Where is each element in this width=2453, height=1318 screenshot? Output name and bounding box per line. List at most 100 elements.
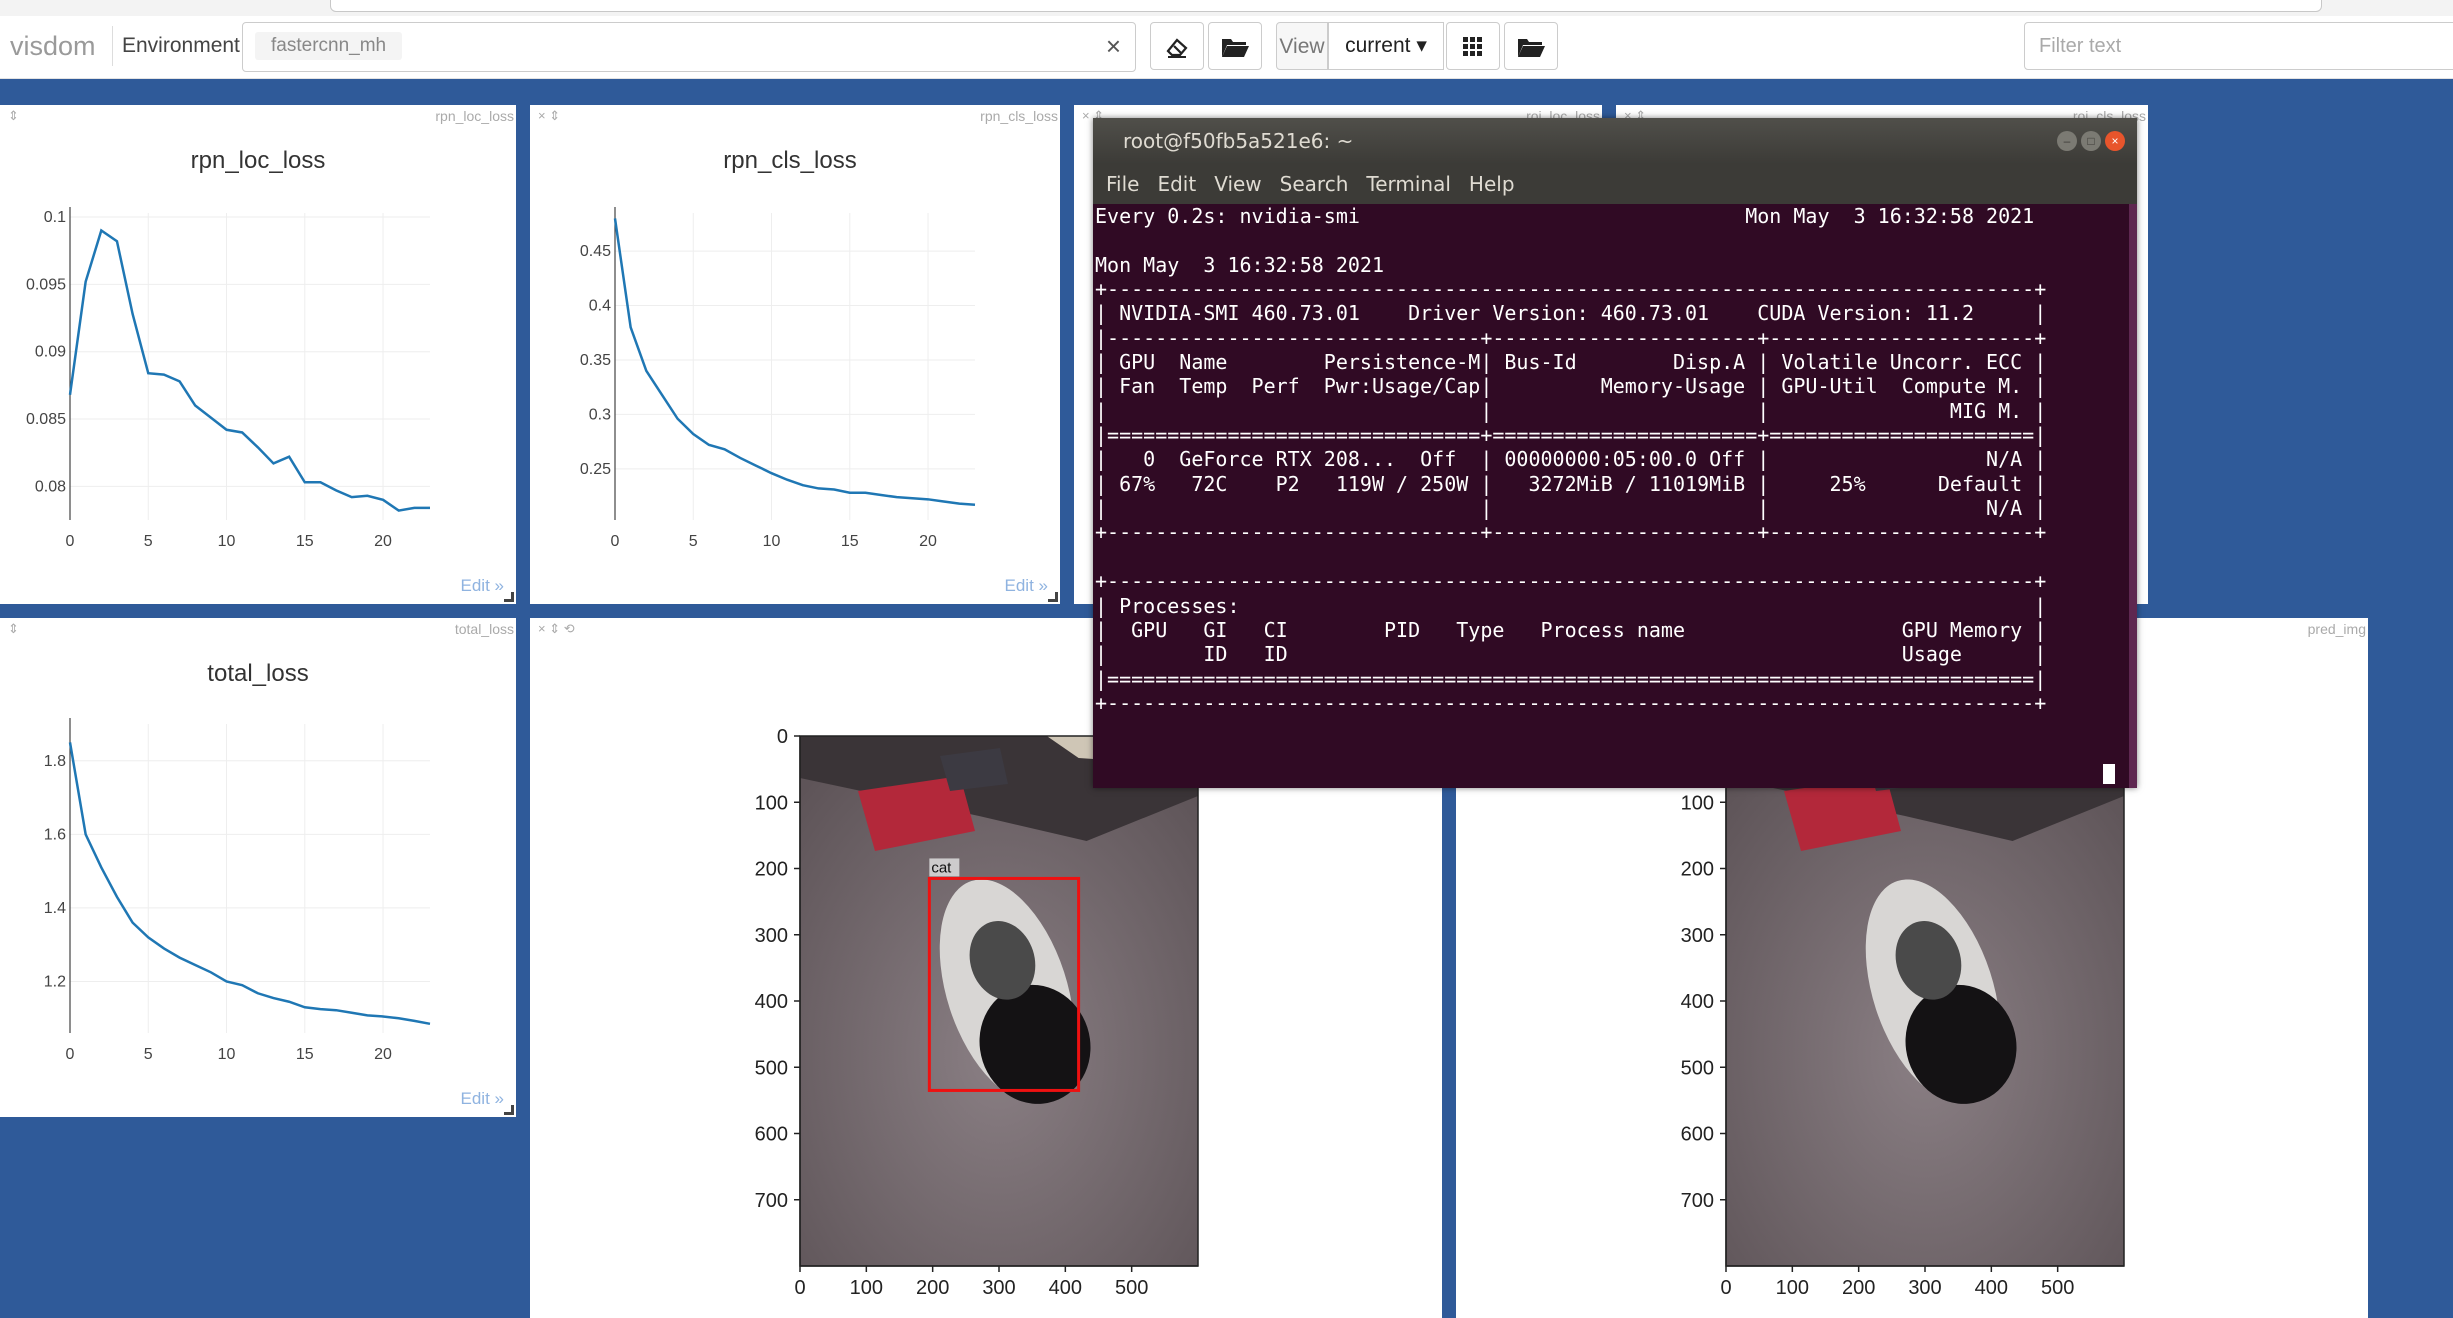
x-tick-label: 5 [144,1046,153,1063]
view-select[interactable]: current ▾ [1328,22,1444,70]
view-label: View [1276,22,1328,70]
y-tick-label: 600 [755,1124,788,1146]
y-tick-label: 100 [755,792,788,814]
browser-toolbar [0,0,2453,17]
menu-terminal[interactable]: Terminal [1361,164,1456,204]
terminal-scrollbar[interactable] [2129,204,2137,788]
x-tick-label: 500 [1115,1277,1148,1299]
terminal-line: | | | MIG M. | [1095,398,2047,423]
folder-open-icon[interactable] [1504,22,1558,70]
pane-rpn-cls-loss[interactable]: × ⇕ rpn_cls_loss rpn_cls_loss 0 5 10 15 20 0.… [530,105,1060,604]
y-tick-label: 500 [1681,1057,1714,1079]
y-tick-label: 0 [777,726,788,748]
menu-edit[interactable]: Edit [1152,164,1201,204]
y-tick-label: 0.35 [580,352,611,369]
grid-icon[interactable] [1446,22,1500,70]
terminal-line: | GPU Name Persistence-M| Bus-Id Disp.A … [1095,350,2047,375]
minimize-icon[interactable]: – [2057,131,2077,151]
y-tick-label: 300 [755,925,788,947]
address-bar[interactable] [330,0,2322,12]
terminal-line: | NVIDIA-SMI 460.73.01 Driver Version: 4… [1095,301,2047,326]
x-tick-label: 0 [1720,1277,1731,1299]
x-tick-label: 400 [1975,1277,2008,1299]
filter-placeholder: Filter text [2039,35,2122,57]
environment-label: Environment [122,34,240,57]
edit-link[interactable]: Edit » [1005,576,1048,596]
terminal-line: Mon May 3 16:32:58 2021 [1095,252,1384,277]
x-tick-label: 10 [218,533,236,550]
x-tick-label: 0 [794,1277,805,1299]
menu-view[interactable]: View [1209,164,1266,204]
photo [800,736,1198,1266]
edit-link[interactable]: Edit » [461,576,504,596]
y-tick-label: 0.08 [35,478,66,495]
x-tick-label: 500 [2041,1277,2074,1299]
folder-open-icon[interactable] [1208,22,1262,70]
detection-label: cat [931,859,952,876]
y-tick-label: 0.095 [26,276,66,293]
y-tick-label: 0.09 [35,344,66,361]
terminal-line: | GPU GI CI PID Type Process name GPU Me… [1095,617,2047,642]
series-line [613,218,976,507]
x-tick-label: 200 [1842,1277,1875,1299]
environment-select[interactable]: fastercnn_mh × [242,22,1136,72]
x-tick-label: 200 [916,1277,949,1299]
terminal-cursor [2103,764,2115,784]
x-tick-label: 20 [374,1046,392,1063]
menu-search[interactable]: Search [1275,164,1354,204]
filter-input[interactable]: Filter text [2024,22,2453,70]
maximize-icon[interactable]: □ [2081,131,2101,151]
terminal-line: | Fan Temp Perf Pwr:Usage/Cap| Memory-Us… [1095,374,2047,399]
terminal-window[interactable]: root@f50fb5a521e6: ~ – □ × File Edit View S… [1093,118,2137,788]
terminal-menubar: File Edit View Search Terminal Help [1093,164,2137,204]
y-tick-label: 0.45 [580,243,611,260]
terminal-line: +---------------------------------------… [1095,277,2047,302]
terminal-line: | 0 GeForce RTX 208... Off | 00000000:05… [1095,447,2047,472]
resize-handle[interactable] [504,592,514,602]
y-tick-label: 0.25 [580,461,611,478]
y-tick-label: 100 [1681,792,1714,814]
terminal-line: | Processes: | [1095,593,2047,618]
divider [112,26,113,66]
x-tick-label: 20 [374,533,392,550]
x-tick-label: 10 [218,1046,236,1063]
y-tick-label: 1.2 [44,974,66,991]
terminal-line: +---------------------------------------… [1095,569,2047,594]
terminal-line: Every 0.2s: nvidia-smi Mon May 3 16:32:5… [1095,204,2035,228]
x-tick-label: 10 [763,533,781,550]
y-tick-label: 700 [1681,1190,1714,1212]
x-tick-label: 100 [1776,1277,1809,1299]
x-tick-label: 5 [144,533,153,550]
clear-environment-icon[interactable]: × [1106,31,1121,61]
close-icon[interactable]: × [2105,131,2125,151]
x-tick-label: 300 [1908,1277,1941,1299]
resize-handle[interactable] [504,1105,514,1115]
terminal-output[interactable]: Every 0.2s: nvidia-smi Mon May 3 16:32:5… [1095,204,2127,788]
terminal-line: |-------------------------------+-------… [1095,325,2047,350]
y-tick-label: 500 [755,1057,788,1079]
y-tick-label: 1.6 [44,826,66,843]
terminal-titlebar[interactable]: root@f50fb5a521e6: ~ – □ × [1093,118,2137,164]
y-tick-label: 0.3 [589,406,611,423]
y-tick-label: 200 [1681,859,1714,881]
terminal-title: root@f50fb5a521e6: ~ [1123,129,1354,153]
menu-file[interactable]: File [1101,164,1144,204]
y-tick-label: 0.085 [26,411,66,428]
x-tick-label: 100 [850,1277,883,1299]
terminal-line: | ID ID Usage | [1095,642,2047,667]
pane-rpn-loc-loss[interactable]: ⇕ rpn_loc_loss rpn_loc_loss 0 5 10 15 20 0.08… [0,105,516,604]
edit-link[interactable]: Edit » [461,1089,504,1109]
x-tick-label: 300 [982,1277,1015,1299]
menu-help[interactable]: Help [1464,164,1520,204]
y-tick-label: 400 [755,991,788,1013]
terminal-text: Every 0.2s: nvidia-smi Mon May 3 16:32:5… [1095,204,2046,715]
x-tick-label: 0 [611,533,620,550]
environment-tag[interactable]: fastercnn_mh [255,32,403,60]
line-chart-rpn-cls-loss: 0 5 10 15 20 0.25 0.3 0.35 0.4 0.45 [580,207,976,550]
pane-total-loss[interactable]: ⇕ total_loss total_loss 0 5 10 15 20 1.2 1.4 1.… [0,618,516,1117]
eraser-icon[interactable] [1150,22,1204,70]
x-tick-label: 5 [689,533,698,550]
x-tick-label: 15 [841,533,859,550]
terminal-line: | 67% 72C P2 119W / 250W | 3272MiB / 110… [1095,471,2047,496]
resize-handle[interactable] [1048,592,1058,602]
